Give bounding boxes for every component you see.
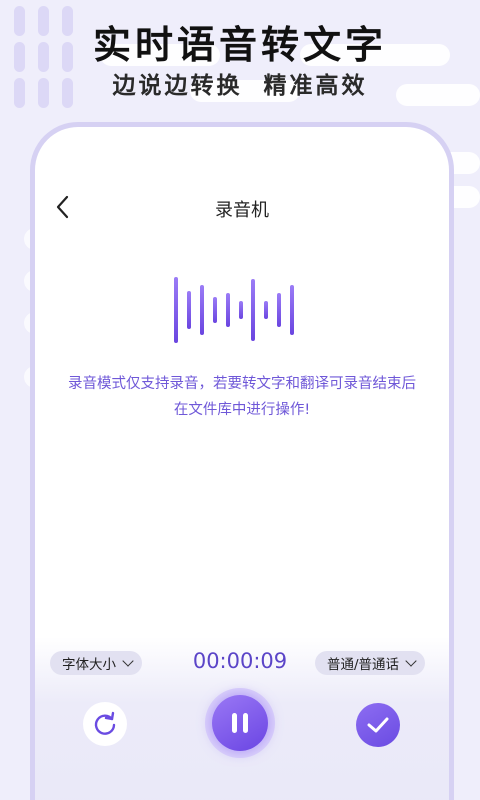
- banner-subline: 边说边转换 精准高效: [112, 73, 368, 99]
- language-label: 普通/普通话: [327, 657, 400, 673]
- pause-button[interactable]: [212, 695, 268, 751]
- font-size-label: 字体大小: [62, 657, 116, 673]
- language-dropdown[interactable]: 普通/普通话: [315, 651, 426, 675]
- check-icon: [367, 717, 389, 733]
- page-title: 录音机: [215, 200, 269, 221]
- recording-timer: 00:00:09: [192, 649, 288, 673]
- confirm-button[interactable]: [356, 703, 400, 747]
- phone-frame: 录音机 录音模式仅支持录音，若要转文字和翻译可录音结束后在文件库中进行操作! 字…: [30, 122, 454, 800]
- refresh-icon: [94, 711, 116, 735]
- font-size-dropdown[interactable]: 字体大小: [50, 651, 142, 675]
- banner-headline: 实时语音转文字: [92, 23, 387, 67]
- recorder-screen: 录音机 录音模式仅支持录音，若要转文字和翻译可录音结束后在文件库中进行操作! 字…: [35, 127, 449, 800]
- pause-icon: [232, 713, 248, 733]
- reset-button[interactable]: [83, 702, 127, 746]
- chevron-down-icon: [122, 655, 134, 667]
- audio-waveform-icon: [174, 277, 294, 343]
- recording-notice: 录音模式仅支持录音，若要转文字和翻译可录音结束后在文件库中进行操作!: [68, 376, 416, 418]
- chevron-down-icon: [405, 655, 417, 667]
